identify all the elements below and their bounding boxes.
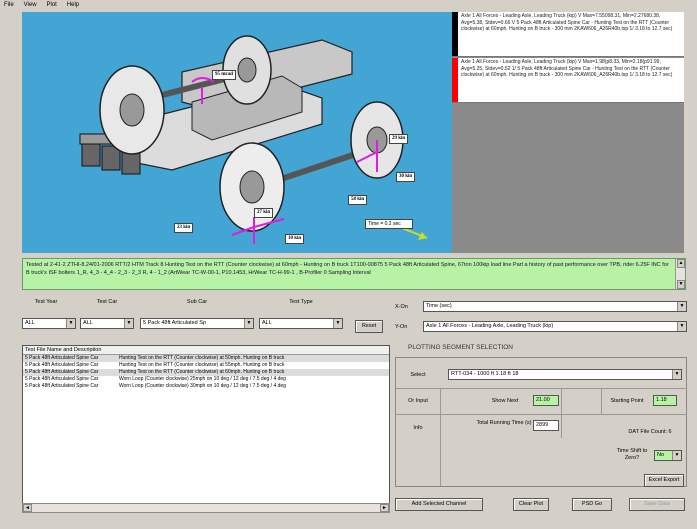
sub-car-select[interactable]: 5 Pack 48ft Articulated Sp ▼: [140, 318, 254, 329]
callout-29-kin: 29 kin: [389, 134, 409, 144]
truck-illustration: [79, 35, 428, 244]
callout-95-mrad: 95 mrad: [212, 70, 236, 80]
reset-button[interactable]: Reset: [355, 320, 383, 333]
starting-point-label: Starting Point: [610, 398, 644, 404]
time-shift-label: Time Shift to Zero?: [616, 448, 648, 461]
test-description-box: Tested at 2-41-2 ZTHI-8.24/01-2006 RTT/2…: [22, 258, 686, 290]
test-car-value: ALL: [83, 320, 93, 326]
filter-label-test-type: Test Type: [289, 299, 313, 305]
description-scrollbar[interactable]: ▲ ▼: [675, 259, 685, 289]
channel-description: Axle 1 All Forces - Leading Axle, Leadin…: [461, 59, 673, 78]
clear-plot-button[interactable]: Clear Plot: [513, 498, 549, 511]
list-item[interactable]: 5 Pack 48ft Articulated Spine Car Huntin…: [23, 355, 389, 362]
segment-select-value: RTT-034 - 1000 ft 1.18 ft 18: [451, 371, 519, 377]
chevron-down-icon[interactable]: ▼: [677, 302, 686, 311]
scroll-right-icon[interactable]: ►: [380, 504, 389, 512]
scroll-left-icon[interactable]: ◄: [23, 504, 32, 512]
menu-view[interactable]: View: [20, 0, 41, 10]
segment-selection-panel: Select RTT-034 - 1000 ft 1.18 ft 18 ▼ Or…: [395, 357, 687, 487]
save-data-button[interactable]: Save Data: [629, 498, 685, 511]
filter-label-test-car: Test Car: [96, 299, 118, 305]
callout-58-kin: 58 kin: [348, 195, 368, 205]
chevron-down-icon[interactable]: ▼: [672, 451, 681, 460]
sub-car-value: 5 Pack 48ft Articulated Sp: [143, 320, 206, 326]
menu-bar: File View Plot Help: [0, 0, 697, 10]
channel-legend: Axle 1 All Forces - Leading Axle, Leadin…: [452, 12, 684, 253]
callout-10-kin: 10 kin: [285, 234, 305, 244]
info-label: Info: [413, 425, 423, 431]
callout-30-kin: 30 kin: [396, 172, 416, 182]
time-shift-select[interactable]: No ▼: [654, 450, 682, 461]
menu-help[interactable]: Help: [63, 0, 83, 10]
chevron-down-icon[interactable]: ▼: [677, 322, 686, 331]
list-item-desc: Hunting Test on the RTT (Counter clockwi…: [119, 362, 285, 368]
show-next-input[interactable]: 21.00: [533, 395, 559, 406]
list-item-desc: Hunting Test on the RTT (Counter clockwi…: [119, 355, 285, 361]
list-horizontal-scrollbar[interactable]: ◄ ►: [22, 503, 390, 513]
menu-plot[interactable]: Plot: [42, 0, 60, 10]
chevron-down-icon[interactable]: ▼: [672, 370, 681, 379]
list-item-name: 5 Pack 48ft Articulated Spine Car: [25, 355, 99, 361]
callout-23-kin: 23 kin: [174, 223, 194, 233]
test-year-select[interactable]: ALL ▼: [22, 318, 76, 329]
y-axis-select[interactable]: Axle 1 All Forces - Leading Axle, Leadin…: [423, 321, 687, 332]
y-axis-value: Axle 1 All Forces - Leading Axle, Leadin…: [426, 323, 554, 329]
scroll-up-icon[interactable]: ▲: [677, 259, 685, 268]
channel-entry[interactable]: Axle 1 All Forces - Leading Axle, Leadin…: [452, 58, 684, 103]
list-item-name: 5 Pack 48ft Articulated Spine Car: [25, 376, 99, 382]
chevron-down-icon[interactable]: ▼: [66, 319, 75, 328]
callout-27-kin: 27 kin: [254, 208, 274, 218]
list-item[interactable]: 5 Pack 48ft Articulated Spine Car Worn L…: [23, 376, 389, 383]
segment-select[interactable]: RTT-034 - 1000 ft 1.18 ft 18 ▼: [448, 369, 682, 380]
list-header: Test File Name and Description: [23, 346, 389, 355]
channel-color-swatch: [452, 12, 458, 56]
list-item-desc: Hunting Test on the RTT (Counter clockwi…: [119, 369, 285, 375]
list-item-name: 5 Pack 48ft Articulated Spine Car: [25, 383, 99, 389]
list-item-desc: Worn Loop (Counter clockwise) 30mph on 1…: [119, 383, 286, 389]
total-running-time-value: 2899: [533, 420, 559, 431]
time-shift-value: No: [657, 452, 665, 458]
chevron-down-icon[interactable]: ▼: [244, 319, 253, 328]
channel-color-swatch: [452, 58, 458, 102]
total-running-time-label: Total Running Time (s): [476, 420, 532, 426]
test-year-value: ALL: [25, 320, 35, 326]
list-item-name: 5 Pack 48ft Articulated Spine Car: [25, 369, 99, 375]
plot-go-button[interactable]: PSD Go: [572, 498, 612, 511]
chevron-down-icon[interactable]: ▼: [124, 319, 133, 328]
dat-file-count: DAT File Count: 6: [628, 429, 672, 435]
channel-description: Axle 1 All Forces - Leading Axle, Leadin…: [461, 13, 673, 32]
truck-visualization: 95 mrad 29 kin 30 kin 58 kin 27 kin 23 k…: [22, 12, 452, 253]
test-type-select[interactable]: ALL ▼: [259, 318, 343, 329]
select-label: Select: [410, 372, 426, 378]
x-on-label: X-On: [395, 304, 408, 310]
show-next-label: Show Next: [491, 398, 519, 404]
list-item[interactable]: 5 Pack 48ft Articulated Spine Car Worn L…: [23, 383, 389, 390]
test-type-value: ALL: [262, 320, 272, 326]
x-axis-select[interactable]: Time (sec) ▼: [423, 301, 687, 312]
scroll-down-icon[interactable]: ▼: [677, 280, 685, 289]
or-input-label: Or Input: [408, 398, 428, 404]
plotting-segment-title: PLOTTING SEGMENT SELECTION: [408, 344, 513, 351]
list-item[interactable]: 5 Pack 48ft Articulated Spine Car Huntin…: [23, 369, 389, 376]
chevron-down-icon[interactable]: ▼: [333, 319, 342, 328]
test-file-list[interactable]: Test File Name and Description 5 Pack 48…: [22, 345, 390, 510]
x-axis-value: Time (sec): [426, 303, 452, 309]
add-selected-channel-button[interactable]: Add Selected Channel: [395, 498, 483, 511]
test-car-select[interactable]: ALL ▼: [80, 318, 134, 329]
test-description-text: Tested at 2-41-2 ZTHI-8.24/01-2006 RTT/2…: [26, 262, 669, 276]
menu-file[interactable]: File: [0, 0, 18, 10]
excel-export-button[interactable]: Excel Export: [644, 474, 684, 487]
filter-label-test-year: Test Year: [34, 299, 58, 305]
time-label: Time = 0.2 sec: [365, 219, 413, 229]
channel-entry[interactable]: Axle 1 All Forces - Leading Axle, Leadin…: [452, 12, 684, 57]
list-item[interactable]: 5 Pack 48ft Articulated Spine Car Huntin…: [23, 362, 389, 369]
filter-label-sub-car: Sub Car: [186, 299, 208, 305]
list-item-name: 5 Pack 48ft Articulated Spine Car: [25, 362, 99, 368]
y-on-label: Y-On: [395, 324, 408, 330]
starting-point-input[interactable]: 1.18: [653, 395, 677, 406]
list-item-desc: Worn Loop (Counter clockwise) 25mph on 1…: [119, 376, 286, 382]
